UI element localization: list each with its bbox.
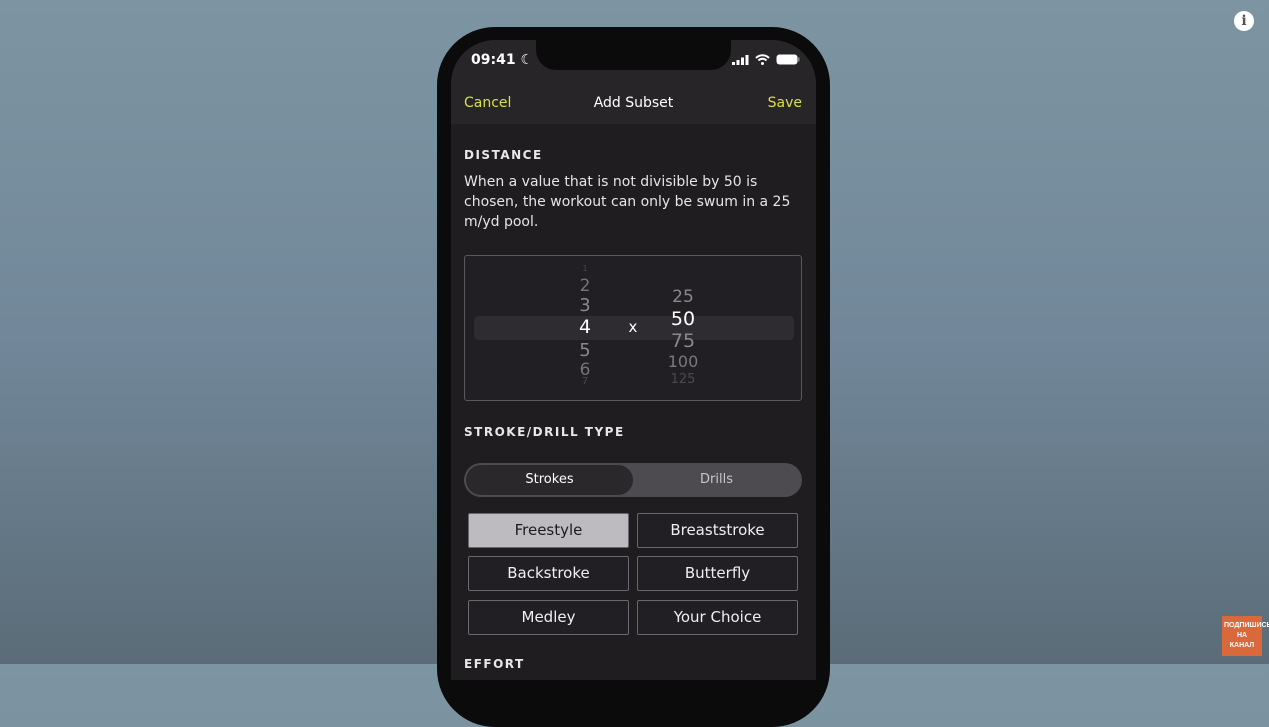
distance-picker[interactable]: 1 2 3 4 5 6 7 x 25 50 75 100 125 <box>464 255 802 401</box>
length-selected[interactable]: 50 <box>663 308 703 330</box>
effort-label: EFFORT <box>464 657 525 671</box>
page-title: Add Subset <box>593 95 674 111</box>
subscribe-badge[interactable]: ПОДПИШИСЬ НА КАНАЛ <box>1222 616 1269 656</box>
stroke-backstroke[interactable]: Backstroke <box>468 556 629 591</box>
stroke-freestyle[interactable]: Freestyle <box>468 513 629 548</box>
reps-selected[interactable]: 4 <box>565 316 605 338</box>
battery-icon <box>776 54 800 65</box>
reps-option[interactable]: 7 <box>565 376 605 384</box>
reps-option[interactable]: 5 <box>565 340 605 361</box>
stroke-label: STROKE/DRILL TYPE <box>464 425 625 439</box>
segment-strokes[interactable]: Strokes <box>466 465 633 495</box>
info-icon[interactable]: i <box>1234 11 1254 31</box>
length-option[interactable]: 100 <box>663 352 703 371</box>
reps-option[interactable]: 2 <box>565 276 605 296</box>
wifi-icon <box>755 54 770 65</box>
status-time: 09:41 ☾ <box>471 52 534 68</box>
times-symbol: x <box>628 318 638 336</box>
signal-icon <box>732 54 749 65</box>
distance-description: When a value that is not divisible by 50… <box>464 174 791 230</box>
stroke-butterfly[interactable]: Butterfly <box>637 556 798 591</box>
nav-bar: 09:41 ☾ Cancel Add Subset Save <box>451 40 816 124</box>
reps-option[interactable]: 1 <box>565 264 605 273</box>
reps-option[interactable]: 3 <box>565 295 605 316</box>
save-button[interactable]: Save <box>768 95 802 111</box>
subscribe-text: ПОДПИШИСЬ НА КАНАЛ <box>1224 622 1269 649</box>
notch <box>536 40 731 70</box>
stroke-your-choice[interactable]: Your Choice <box>637 600 798 635</box>
segment-drills[interactable]: Drills <box>633 465 800 495</box>
distance-label: DISTANCE <box>464 148 543 162</box>
app-screen: 09:41 ☾ Cancel Add Subset Save DISTANCE … <box>451 40 816 680</box>
stroke-medley[interactable]: Medley <box>468 600 629 635</box>
length-option[interactable]: 25 <box>663 287 703 307</box>
stroke-breaststroke[interactable]: Breaststroke <box>637 513 798 548</box>
moon-icon: ☾ <box>520 52 534 68</box>
stroke-drill-segmented-control: Strokes Drills <box>464 463 802 497</box>
length-option[interactable]: 75 <box>663 330 703 352</box>
length-option[interactable]: 125 <box>663 372 703 383</box>
